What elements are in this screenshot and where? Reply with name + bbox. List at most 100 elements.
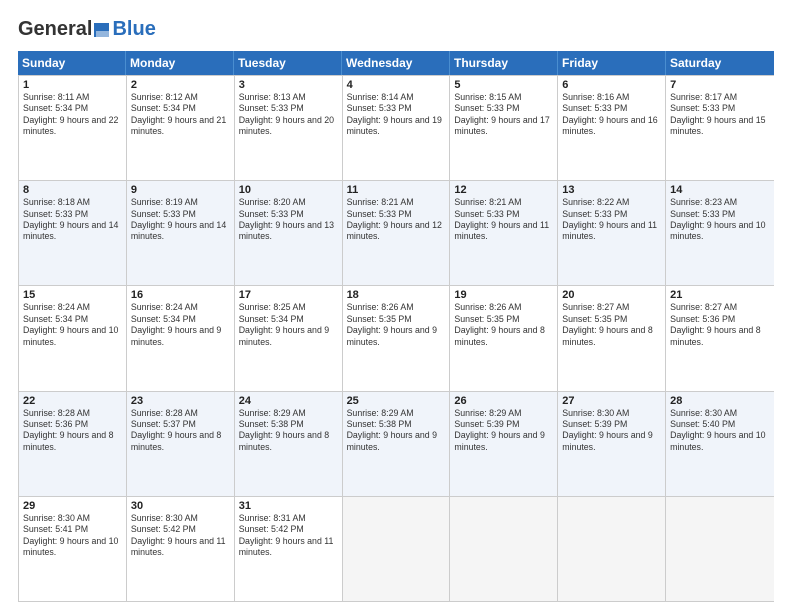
cell-info: Sunrise: 8:18 AM Sunset: 5:33 PM Dayligh… bbox=[23, 197, 122, 243]
header-day: Saturday bbox=[666, 51, 774, 75]
calendar-cell: 9Sunrise: 8:19 AM Sunset: 5:33 PM Daylig… bbox=[127, 181, 235, 285]
calendar-body: 1Sunrise: 8:11 AM Sunset: 5:34 PM Daylig… bbox=[18, 75, 774, 602]
day-number: 19 bbox=[454, 289, 553, 301]
cell-info: Sunrise: 8:20 AM Sunset: 5:33 PM Dayligh… bbox=[239, 197, 338, 243]
header-day: Sunday bbox=[18, 51, 126, 75]
day-number: 2 bbox=[131, 79, 230, 91]
cell-info: Sunrise: 8:25 AM Sunset: 5:34 PM Dayligh… bbox=[239, 302, 338, 348]
cell-info: Sunrise: 8:21 AM Sunset: 5:33 PM Dayligh… bbox=[454, 197, 553, 243]
calendar-cell: 12Sunrise: 8:21 AM Sunset: 5:33 PM Dayli… bbox=[450, 181, 558, 285]
calendar: SundayMondayTuesdayWednesdayThursdayFrid… bbox=[18, 51, 774, 602]
day-number: 20 bbox=[562, 289, 661, 301]
calendar-cell: 10Sunrise: 8:20 AM Sunset: 5:33 PM Dayli… bbox=[235, 181, 343, 285]
calendar-cell: 25Sunrise: 8:29 AM Sunset: 5:38 PM Dayli… bbox=[343, 392, 451, 496]
cell-info: Sunrise: 8:24 AM Sunset: 5:34 PM Dayligh… bbox=[23, 302, 122, 348]
cell-info: Sunrise: 8:30 AM Sunset: 5:41 PM Dayligh… bbox=[23, 513, 122, 559]
day-number: 26 bbox=[454, 395, 553, 407]
calendar-cell: 20Sunrise: 8:27 AM Sunset: 5:35 PM Dayli… bbox=[558, 286, 666, 390]
calendar-cell: 29Sunrise: 8:30 AM Sunset: 5:41 PM Dayli… bbox=[19, 497, 127, 601]
calendar-cell bbox=[450, 497, 558, 601]
cell-info: Sunrise: 8:29 AM Sunset: 5:39 PM Dayligh… bbox=[454, 408, 553, 454]
cell-info: Sunrise: 8:26 AM Sunset: 5:35 PM Dayligh… bbox=[454, 302, 553, 348]
day-number: 28 bbox=[670, 395, 770, 407]
cell-info: Sunrise: 8:21 AM Sunset: 5:33 PM Dayligh… bbox=[347, 197, 446, 243]
header-day: Wednesday bbox=[342, 51, 450, 75]
day-number: 16 bbox=[131, 289, 230, 301]
day-number: 18 bbox=[347, 289, 446, 301]
calendar-cell bbox=[558, 497, 666, 601]
cell-info: Sunrise: 8:14 AM Sunset: 5:33 PM Dayligh… bbox=[347, 92, 446, 138]
day-number: 22 bbox=[23, 395, 122, 407]
cell-info: Sunrise: 8:17 AM Sunset: 5:33 PM Dayligh… bbox=[670, 92, 770, 138]
cell-info: Sunrise: 8:16 AM Sunset: 5:33 PM Dayligh… bbox=[562, 92, 661, 138]
calendar-row: 8Sunrise: 8:18 AM Sunset: 5:33 PM Daylig… bbox=[19, 180, 774, 285]
cell-info: Sunrise: 8:28 AM Sunset: 5:37 PM Dayligh… bbox=[131, 408, 230, 454]
cell-info: Sunrise: 8:30 AM Sunset: 5:39 PM Dayligh… bbox=[562, 408, 661, 454]
day-number: 3 bbox=[239, 79, 338, 91]
calendar-cell: 4Sunrise: 8:14 AM Sunset: 5:33 PM Daylig… bbox=[343, 76, 451, 180]
cell-info: Sunrise: 8:29 AM Sunset: 5:38 PM Dayligh… bbox=[239, 408, 338, 454]
calendar-cell: 3Sunrise: 8:13 AM Sunset: 5:33 PM Daylig… bbox=[235, 76, 343, 180]
day-number: 14 bbox=[670, 184, 770, 196]
calendar-row: 15Sunrise: 8:24 AM Sunset: 5:34 PM Dayli… bbox=[19, 285, 774, 390]
day-number: 11 bbox=[347, 184, 446, 196]
day-number: 12 bbox=[454, 184, 553, 196]
cell-info: Sunrise: 8:19 AM Sunset: 5:33 PM Dayligh… bbox=[131, 197, 230, 243]
logo-general: General bbox=[18, 18, 92, 41]
cell-info: Sunrise: 8:31 AM Sunset: 5:42 PM Dayligh… bbox=[239, 513, 338, 559]
page: General Blue SundayMondayTuesdayWednesda… bbox=[0, 0, 792, 612]
calendar-cell: 14Sunrise: 8:23 AM Sunset: 5:33 PM Dayli… bbox=[666, 181, 774, 285]
logo-blue: Blue bbox=[112, 18, 155, 41]
calendar-cell: 16Sunrise: 8:24 AM Sunset: 5:34 PM Dayli… bbox=[127, 286, 235, 390]
calendar-cell: 13Sunrise: 8:22 AM Sunset: 5:33 PM Dayli… bbox=[558, 181, 666, 285]
cell-info: Sunrise: 8:24 AM Sunset: 5:34 PM Dayligh… bbox=[131, 302, 230, 348]
calendar-cell: 31Sunrise: 8:31 AM Sunset: 5:42 PM Dayli… bbox=[235, 497, 343, 601]
calendar-cell: 5Sunrise: 8:15 AM Sunset: 5:33 PM Daylig… bbox=[450, 76, 558, 180]
calendar-cell: 11Sunrise: 8:21 AM Sunset: 5:33 PM Dayli… bbox=[343, 181, 451, 285]
header-day: Friday bbox=[558, 51, 666, 75]
header-day: Tuesday bbox=[234, 51, 342, 75]
logo-flag-icon bbox=[93, 21, 111, 39]
day-number: 29 bbox=[23, 500, 122, 512]
day-number: 17 bbox=[239, 289, 338, 301]
header-day: Thursday bbox=[450, 51, 558, 75]
day-number: 1 bbox=[23, 79, 122, 91]
day-number: 21 bbox=[670, 289, 770, 301]
header: General Blue bbox=[18, 18, 774, 41]
calendar-cell: 1Sunrise: 8:11 AM Sunset: 5:34 PM Daylig… bbox=[19, 76, 127, 180]
day-number: 30 bbox=[131, 500, 230, 512]
cell-info: Sunrise: 8:30 AM Sunset: 5:40 PM Dayligh… bbox=[670, 408, 770, 454]
cell-info: Sunrise: 8:11 AM Sunset: 5:34 PM Dayligh… bbox=[23, 92, 122, 138]
calendar-cell: 21Sunrise: 8:27 AM Sunset: 5:36 PM Dayli… bbox=[666, 286, 774, 390]
day-number: 7 bbox=[670, 79, 770, 91]
cell-info: Sunrise: 8:29 AM Sunset: 5:38 PM Dayligh… bbox=[347, 408, 446, 454]
cell-info: Sunrise: 8:27 AM Sunset: 5:36 PM Dayligh… bbox=[670, 302, 770, 348]
cell-info: Sunrise: 8:15 AM Sunset: 5:33 PM Dayligh… bbox=[454, 92, 553, 138]
calendar-cell: 6Sunrise: 8:16 AM Sunset: 5:33 PM Daylig… bbox=[558, 76, 666, 180]
calendar-row: 29Sunrise: 8:30 AM Sunset: 5:41 PM Dayli… bbox=[19, 496, 774, 601]
calendar-cell: 30Sunrise: 8:30 AM Sunset: 5:42 PM Dayli… bbox=[127, 497, 235, 601]
day-number: 25 bbox=[347, 395, 446, 407]
day-number: 6 bbox=[562, 79, 661, 91]
calendar-cell: 19Sunrise: 8:26 AM Sunset: 5:35 PM Dayli… bbox=[450, 286, 558, 390]
calendar-row: 22Sunrise: 8:28 AM Sunset: 5:36 PM Dayli… bbox=[19, 391, 774, 496]
calendar-cell: 2Sunrise: 8:12 AM Sunset: 5:34 PM Daylig… bbox=[127, 76, 235, 180]
calendar-cell: 24Sunrise: 8:29 AM Sunset: 5:38 PM Dayli… bbox=[235, 392, 343, 496]
calendar-header: SundayMondayTuesdayWednesdayThursdayFrid… bbox=[18, 51, 774, 75]
day-number: 15 bbox=[23, 289, 122, 301]
day-number: 10 bbox=[239, 184, 338, 196]
logo: General Blue bbox=[18, 18, 156, 41]
cell-info: Sunrise: 8:22 AM Sunset: 5:33 PM Dayligh… bbox=[562, 197, 661, 243]
day-number: 8 bbox=[23, 184, 122, 196]
day-number: 23 bbox=[131, 395, 230, 407]
calendar-cell: 17Sunrise: 8:25 AM Sunset: 5:34 PM Dayli… bbox=[235, 286, 343, 390]
calendar-cell: 22Sunrise: 8:28 AM Sunset: 5:36 PM Dayli… bbox=[19, 392, 127, 496]
calendar-cell: 28Sunrise: 8:30 AM Sunset: 5:40 PM Dayli… bbox=[666, 392, 774, 496]
day-number: 5 bbox=[454, 79, 553, 91]
cell-info: Sunrise: 8:13 AM Sunset: 5:33 PM Dayligh… bbox=[239, 92, 338, 138]
calendar-cell: 8Sunrise: 8:18 AM Sunset: 5:33 PM Daylig… bbox=[19, 181, 127, 285]
calendar-cell: 23Sunrise: 8:28 AM Sunset: 5:37 PM Dayli… bbox=[127, 392, 235, 496]
day-number: 13 bbox=[562, 184, 661, 196]
cell-info: Sunrise: 8:28 AM Sunset: 5:36 PM Dayligh… bbox=[23, 408, 122, 454]
calendar-cell: 15Sunrise: 8:24 AM Sunset: 5:34 PM Dayli… bbox=[19, 286, 127, 390]
